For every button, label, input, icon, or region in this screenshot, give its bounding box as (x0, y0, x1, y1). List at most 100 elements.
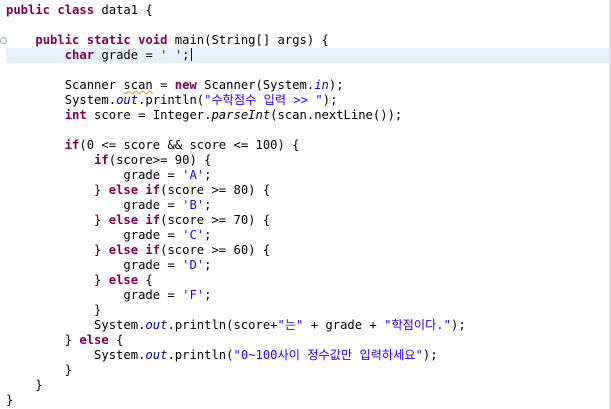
code-line[interactable]: } else { (6, 333, 611, 348)
code-token: } (6, 183, 109, 197)
code-token: } (6, 393, 14, 407)
field-token: out (116, 93, 139, 107)
code-token: ; (204, 198, 212, 212)
code-token: ); (450, 318, 466, 332)
code-token: (score >= 60) { (160, 243, 271, 257)
keyword-token: if (138, 243, 161, 257)
code-token: Scanner (6, 78, 124, 92)
code-line[interactable]: } (6, 378, 611, 393)
code-line[interactable]: } (6, 303, 611, 318)
code-token: ; (182, 48, 190, 62)
code-line[interactable]: } (6, 393, 611, 408)
code-token: ); (422, 348, 438, 362)
code-token: .println( (167, 348, 234, 362)
current-code-line[interactable]: char grade = ' '; (6, 48, 611, 63)
code-editor[interactable]: public class data1 { public static void … (0, 0, 611, 409)
code-token: (score >= 80) { (160, 183, 271, 197)
string-token: "0~100사이 정수값만 입력하세요" (233, 348, 423, 362)
code-line[interactable]: } else { (6, 273, 611, 288)
keyword-token: void (130, 33, 168, 47)
keyword-token: else (79, 333, 109, 347)
code-line[interactable]: } else if(score >= 60) { (6, 243, 611, 258)
keyword-token: if (138, 213, 161, 227)
keyword-token: public (35, 33, 80, 47)
code-line[interactable]: int score = Integer.parseInt(scan.nextLi… (6, 108, 611, 123)
code-line[interactable]: } (6, 363, 611, 378)
code-token: grade = (6, 288, 183, 302)
string-token: 'B' (182, 198, 205, 212)
code-line[interactable]: grade = 'B'; (6, 198, 611, 213)
keyword-token: new (174, 78, 197, 92)
string-token: 'A' (182, 168, 205, 182)
code-line[interactable]: public class data1 { (6, 3, 611, 18)
keyword-token: public (6, 3, 51, 17)
code-token: { (138, 273, 153, 287)
code-line[interactable]: System.out.println(score+"는" + grade + "… (6, 318, 611, 333)
code-token: scan (123, 78, 153, 92)
code-token: (score>= 90) { (108, 153, 212, 167)
code-line[interactable]: grade = 'C'; (6, 228, 611, 243)
code-token: score = Integer. (86, 108, 212, 122)
code-token: } (6, 363, 73, 377)
string-token: "수학점수 입력 >> " (204, 93, 323, 107)
code-token: .println( (138, 93, 205, 107)
code-token: (0 <= score && score <= 100) { (79, 138, 300, 152)
string-token: 'F' (182, 288, 205, 302)
code-line[interactable] (6, 63, 611, 78)
code-line[interactable]: if(0 <= score && score <= 100) { (6, 138, 611, 153)
code-line[interactable]: System.out.println("0~100사이 정수값만 입력하세요")… (6, 348, 611, 363)
code-line[interactable]: System.out.println("수학점수 입력 >> "); (6, 93, 611, 108)
keyword-token: if (138, 183, 161, 197)
text-caret (191, 48, 193, 61)
keyword-token: else (108, 213, 139, 227)
code-token: } (6, 378, 43, 392)
code-token: (scan.nextLine()); (270, 108, 403, 122)
code-token: } (6, 273, 109, 287)
code-token: System. (6, 318, 146, 332)
code-token: } (6, 213, 109, 227)
code-line[interactable]: Scanner scan = new Scanner(System.in); (6, 78, 611, 93)
code-token: data1 { (94, 3, 153, 17)
field-token: in (314, 78, 329, 92)
code-line[interactable]: } else if(score >= 80) { (6, 183, 611, 198)
field-token: out (145, 348, 168, 362)
code-line[interactable]: if(score>= 90) { (6, 153, 611, 168)
code-token: } (6, 243, 109, 257)
code-token: ; (204, 228, 212, 242)
keyword-token: if (64, 138, 80, 152)
keyword-token: else (108, 243, 139, 257)
code-token: grade = (94, 48, 161, 62)
code-token: } (6, 333, 80, 347)
code-token: System. (6, 93, 117, 107)
keyword-token: else (108, 183, 139, 197)
code-token: = (152, 78, 175, 92)
string-token: ' ' (160, 48, 183, 62)
code-token: ; (204, 288, 212, 302)
code-token: grade = (6, 228, 183, 242)
keyword-token: int (64, 108, 87, 122)
string-token: "학점이다." (384, 318, 451, 332)
code-line[interactable]: grade = 'A'; (6, 168, 611, 183)
keyword-token: static (79, 33, 131, 47)
code-token: System. (6, 348, 146, 362)
code-line[interactable] (6, 18, 611, 33)
code-token: main(String[] args) { (167, 33, 329, 47)
code-line[interactable]: } else if(score >= 70) { (6, 213, 611, 228)
code-token: parseInt (211, 108, 271, 122)
code-line[interactable]: public static void main(String[] args) { (6, 33, 611, 48)
code-token: grade = (6, 258, 183, 272)
code-token: } (6, 303, 102, 317)
code-token: + grade + (303, 318, 385, 332)
code-line[interactable]: grade = 'D'; (6, 258, 611, 273)
code-token: { (108, 333, 124, 347)
code-line[interactable]: grade = 'F'; (6, 288, 611, 303)
code-token: grade = (6, 198, 183, 212)
field-token: out (145, 318, 168, 332)
code-line[interactable] (6, 123, 611, 138)
string-token: "는" (277, 318, 304, 332)
